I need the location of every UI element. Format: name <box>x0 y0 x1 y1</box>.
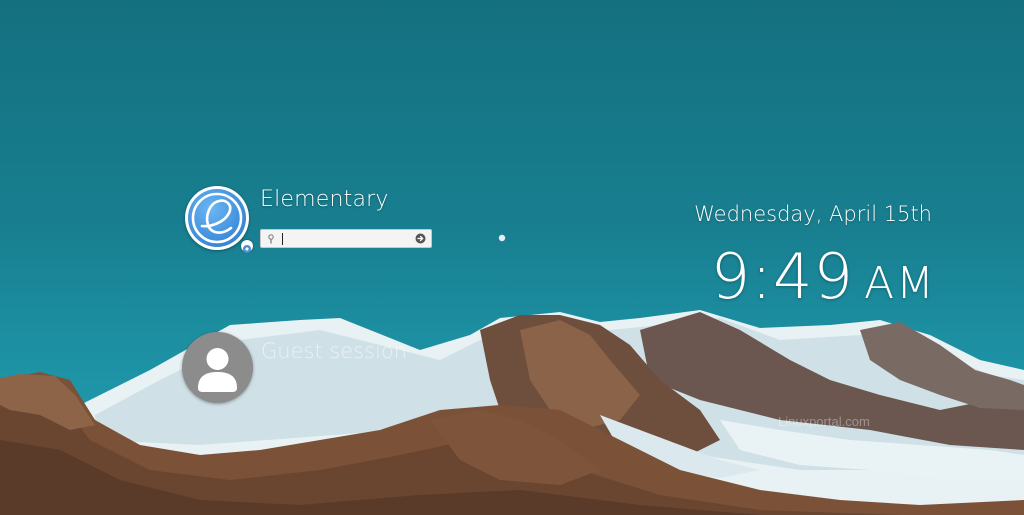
password-input[interactable] <box>260 229 432 248</box>
text-cursor <box>282 233 283 245</box>
key-icon <box>268 234 274 244</box>
time-display: 9:49 AM <box>711 246 936 308</box>
time-ampm: AM <box>863 258 936 309</box>
person-icon <box>198 348 237 392</box>
user-avatar[interactable] <box>185 186 249 250</box>
guest-avatar[interactable] <box>182 332 253 403</box>
watermark: Linuxportal.com <box>778 414 870 429</box>
time-value: 9:49 <box>710 240 854 313</box>
user-login-card[interactable]: Elementary <box>185 186 445 253</box>
date-display: Wednesday, April 15th <box>694 202 932 226</box>
guest-session-card[interactable]: Guest session <box>182 332 442 404</box>
guest-session-label: Guest session <box>261 339 408 363</box>
elementary-logo-icon <box>188 189 246 247</box>
username-label: Elementary <box>260 187 389 212</box>
arrow-right-icon[interactable] <box>415 233 426 244</box>
moon-icon <box>498 234 506 242</box>
session-type-icon[interactable] <box>241 240 253 253</box>
